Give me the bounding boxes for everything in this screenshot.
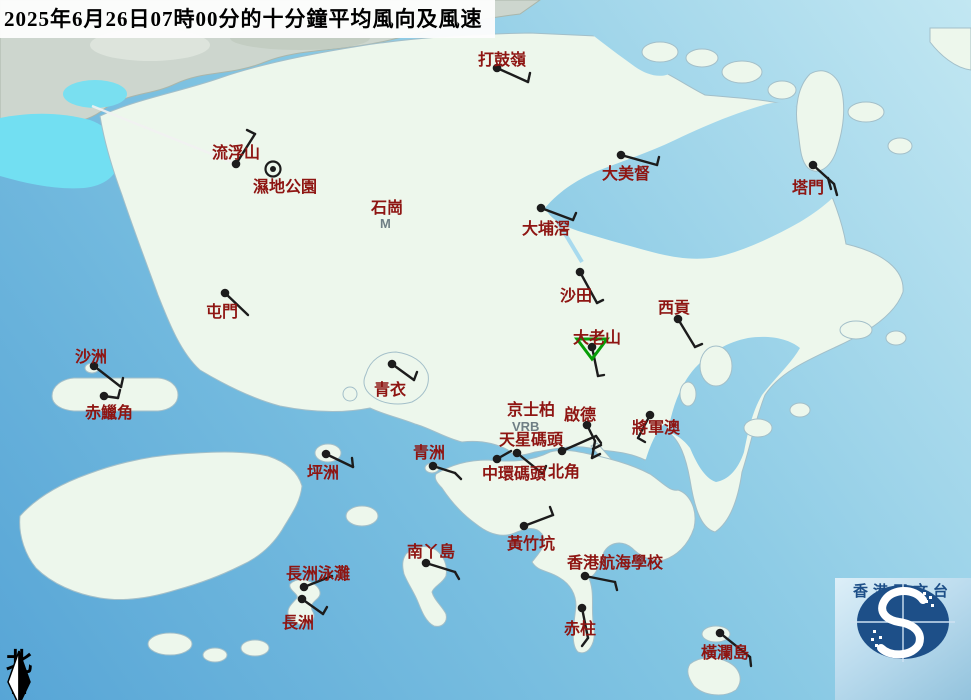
land-shek-kwu-chau: [240, 639, 270, 657]
land-se-island-2: [789, 402, 811, 418]
station-label: 赤鱲角: [85, 403, 133, 422]
station-label: 青衣: [374, 380, 406, 399]
station-dot: [428, 461, 438, 471]
station-label: 打鼓嶺: [478, 50, 526, 69]
station-dot: [645, 410, 655, 420]
station-label: 橫瀾島: [701, 643, 749, 662]
land-soko: [147, 632, 193, 656]
fish-ponds: [63, 80, 127, 108]
station-label: 屯門: [206, 302, 238, 321]
hko-logo-icon: [851, 582, 955, 662]
land-soko-2: [202, 647, 228, 663]
station-label: 大埔滘: [522, 219, 570, 238]
land-ma-wan: [342, 386, 358, 402]
wind-barb: [350, 456, 355, 469]
station-label: 京士柏: [507, 400, 555, 419]
station-label: 流浮山: [212, 143, 260, 162]
station-dot: [297, 594, 307, 604]
map-title: 2025年6月26日07時00分的十分鐘平均風向及風速: [0, 0, 495, 38]
station-dot: [512, 448, 522, 458]
land-se-island-1: [743, 418, 773, 438]
station-dot: [536, 203, 546, 213]
wind-barb: [748, 655, 753, 668]
station-note: M: [380, 216, 391, 231]
land-sharp-island: [679, 381, 697, 407]
station-dot: [616, 150, 626, 160]
station-dot: [321, 449, 331, 459]
station-label: 南丫島: [407, 542, 455, 561]
land-ne-island-1: [641, 41, 679, 63]
wind-barb: [596, 373, 606, 378]
station-label: 天星碼頭: [499, 431, 564, 449]
station-label: 黃竹坑: [506, 534, 555, 553]
land-basalt-island: [885, 330, 907, 346]
land-ne-island-2: [685, 48, 719, 68]
station-dot: [575, 267, 585, 277]
station-dot: [519, 521, 529, 531]
land-hei-ling-chau: [345, 505, 379, 527]
station-dot: [492, 454, 502, 464]
station-dot: [99, 391, 109, 401]
land-kau-sai-chau: [699, 345, 733, 387]
station-dot: [270, 166, 276, 172]
station-label: 石崗: [370, 198, 403, 217]
land-ne-island-5: [887, 137, 913, 155]
station-dot: [580, 571, 590, 581]
station-dot: [577, 603, 587, 613]
map-canvas: 打鼓嶺流浮山濕地公園石崗M 大美督大埔滘 塔門屯門 沙田西貢大老山沙洲赤鱲角 青衣京士柏…: [0, 0, 971, 700]
station-dot: [387, 359, 397, 369]
station-label: 青洲: [413, 443, 445, 462]
station-label: 香港航海學校: [566, 553, 664, 572]
wind-map: 打鼓嶺流浮山濕地公園石崗 M 大美督大埔滘 塔門屯門 沙田西貢大老山沙洲赤鱲角 青衣京士柏…: [0, 0, 971, 700]
station-label: 赤柱: [564, 619, 596, 638]
station-dot: [299, 582, 309, 592]
station-label: 沙田: [560, 287, 592, 305]
station-dot: [808, 160, 818, 170]
land-jin-island: [839, 320, 873, 340]
station-label: 大老山: [573, 328, 621, 347]
station-label: 塔門: [792, 178, 824, 197]
station-label: 大美督: [602, 164, 650, 183]
station-label: 北角: [548, 462, 580, 481]
station-label: 啟德: [564, 405, 596, 424]
station-dot: [220, 288, 230, 298]
station-label: 長洲泳灘: [286, 564, 350, 583]
station-label: 長洲: [282, 614, 314, 632]
land-kat-o: [847, 101, 885, 123]
land-ne-island-3: [721, 60, 763, 84]
station-dot: [557, 446, 567, 456]
station-label: 將軍澳: [632, 418, 681, 437]
station-label: 西貢: [658, 299, 690, 317]
station-label: 濕地公園: [253, 177, 317, 196]
hko-logo-panel: 香港天文台 HONG KONG OBSERVATORY: [835, 578, 971, 700]
station-label: 沙洲: [75, 348, 107, 366]
station-dot: [715, 628, 725, 638]
north-compass: 北 N: [2, 650, 36, 700]
station-label: 中環碼頭: [482, 464, 547, 483]
land-ne-island-4: [767, 80, 797, 100]
station-label: 坪洲: [307, 464, 339, 482]
north-arrow-icon: [7, 650, 31, 700]
